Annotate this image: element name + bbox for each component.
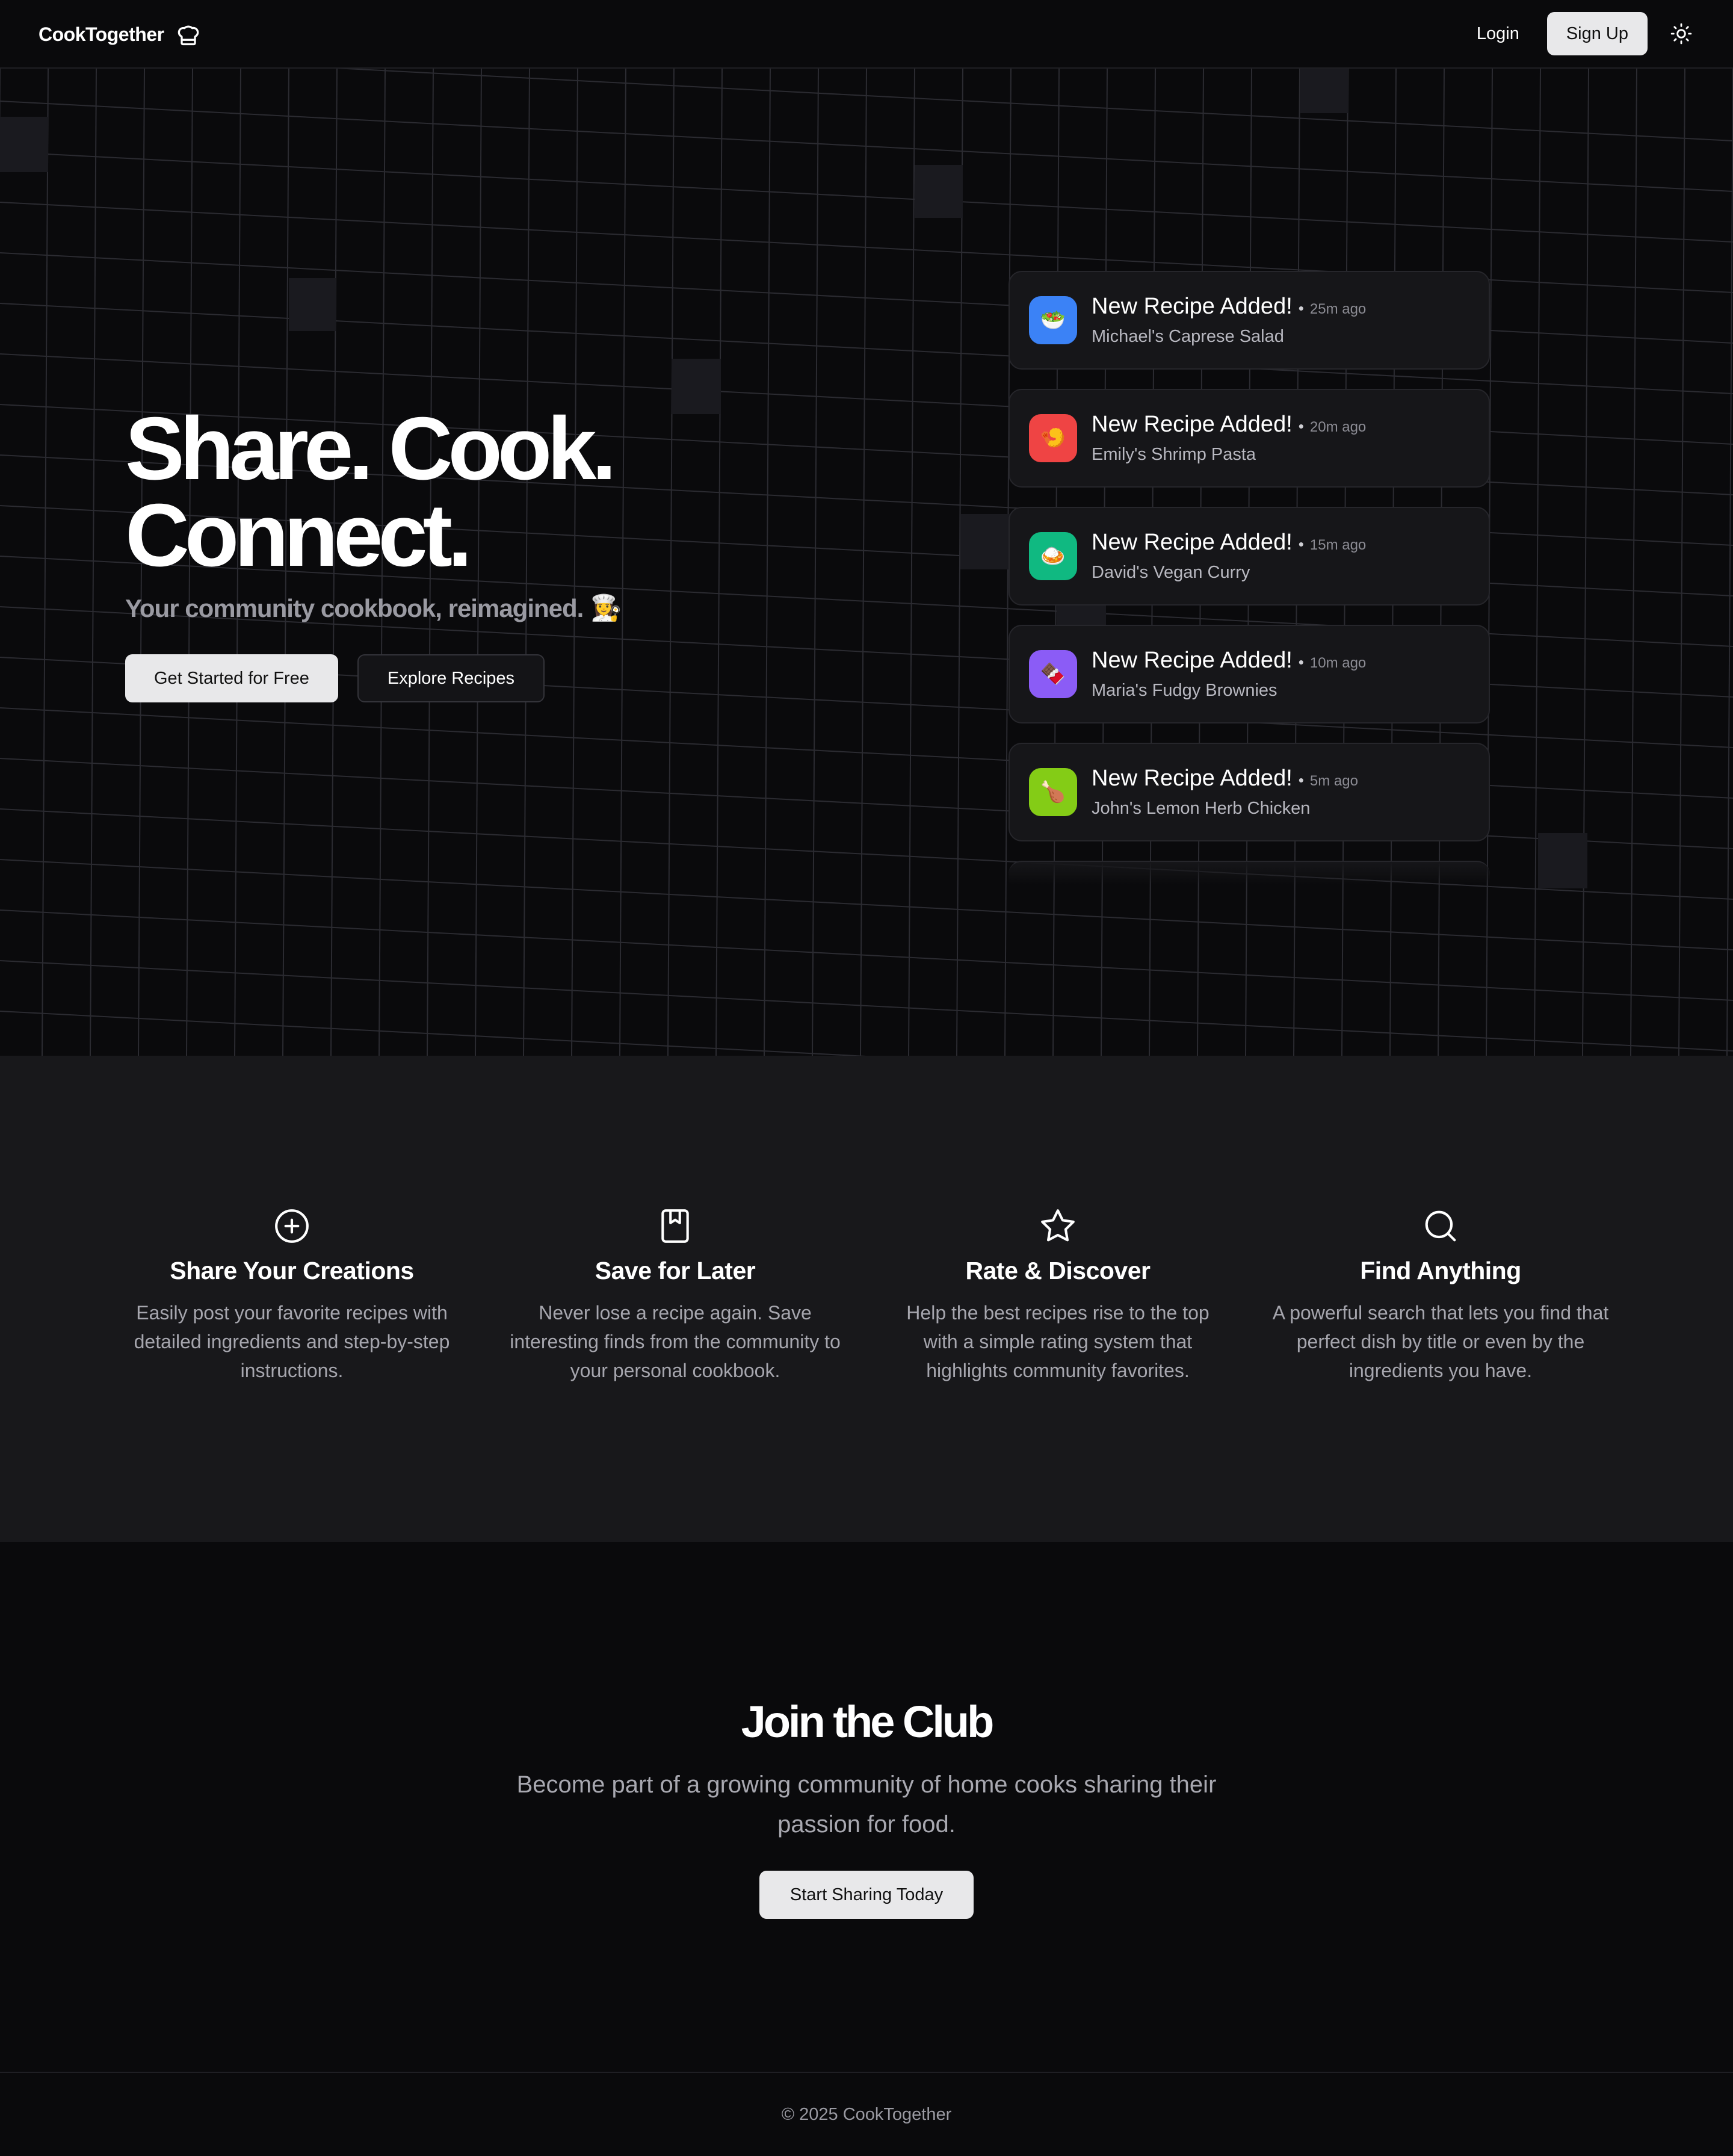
feature-search: Find Anything A powerful search that let…: [1272, 1207, 1609, 1385]
feed-card-title: New Recipe Added!: [1092, 294, 1293, 319]
feed-card-title: New Recipe Added!: [1092, 648, 1293, 673]
feed-card[interactable]: 🍤 New Recipe Added! • 20m ago Emily's Sh…: [1009, 389, 1490, 488]
feed-card[interactable]: 🍛 New Recipe Added! • 15m ago David's Ve…: [1009, 507, 1490, 606]
feed-timestamp: 25m ago: [1309, 301, 1367, 317]
star-icon: [1041, 1209, 1075, 1242]
feature-description: Help the best recipes rise to the top wi…: [906, 1302, 1209, 1381]
feed-timestamp: 10m ago: [1309, 655, 1367, 671]
hero-subtitle: Your community cookbook, reimagined. 👩‍🍳: [125, 593, 787, 623]
search-icon: [1425, 1210, 1456, 1242]
sun-icon: [1670, 23, 1692, 45]
feature-rate: Rate & Discover Help the best recipes ri…: [889, 1207, 1226, 1385]
feed-card[interactable]: 🍫 New Recipe Added! • 10m ago Maria's Fu…: [1009, 625, 1490, 723]
feed-card[interactable]: 🍗 New Recipe Added! • 5m ago John's Lemo…: [1009, 743, 1490, 841]
join-title: Join the Club: [741, 1697, 995, 1747]
recipe-emoji-icon: 🍫: [1029, 650, 1077, 698]
theme-toggle-button[interactable]: [1666, 18, 1697, 49]
feature-description: Never lose a recipe again. Save interest…: [510, 1302, 841, 1381]
recipe-emoji-icon: 🥗: [1029, 296, 1077, 344]
feed-recipe-name: David's Vegan Curry: [1092, 563, 1250, 582]
login-link[interactable]: Login: [1459, 24, 1537, 44]
feed-recipe-name: Emily's Shrimp Pasta: [1092, 445, 1256, 464]
get-started-button[interactable]: Get Started for Free: [125, 654, 338, 702]
recipe-emoji-icon: 🍗: [1029, 768, 1077, 816]
chef-hat-icon: [175, 21, 202, 48]
feed-card[interactable]: 🥗 New Recipe Added! • 25m ago Michael's …: [1009, 271, 1490, 370]
feed-recipe-name: Michael's Caprese Salad: [1092, 327, 1284, 346]
feed-recipe-name: Maria's Fudgy Brownies: [1092, 681, 1277, 700]
chef-emoji-icon: 👩‍🍳: [590, 593, 622, 622]
hero-title-line1: Share. Cook.: [125, 399, 617, 498]
hero-title: Share. Cook. Connect.: [125, 404, 787, 580]
feed-timestamp: 15m ago: [1309, 537, 1367, 553]
feed-recipe-name: John's Lemon Herb Chicken: [1092, 799, 1311, 818]
join-section: Join the Club Become part of a growing c…: [0, 1542, 1733, 2072]
footer: © 2025 CookTogether: [0, 2072, 1733, 2156]
feed-separator: •: [1298, 299, 1304, 317]
feature-title: Save for Later: [595, 1257, 756, 1284]
signup-button[interactable]: Sign Up: [1546, 12, 1648, 55]
feed-card-title: New Recipe Added!: [1092, 530, 1293, 555]
hero-subtitle-text: Your community cookbook, reimagined.: [125, 593, 584, 622]
recipe-emoji-icon: 🍤: [1029, 414, 1077, 462]
feature-description: Easily post your favorite recipes with d…: [134, 1302, 450, 1381]
feature-title: Rate & Discover: [965, 1257, 1151, 1284]
recipe-activity-feed: 🥗 New Recipe Added! • 25m ago Michael's …: [1009, 271, 1490, 885]
feed-separator: •: [1298, 771, 1304, 789]
feature-description: A powerful search that lets you find tha…: [1272, 1302, 1609, 1381]
feed-card-title: New Recipe Added!: [1092, 412, 1293, 437]
feature-title: Share Your Creations: [170, 1257, 414, 1284]
explore-recipes-button[interactable]: Explore Recipes: [357, 654, 545, 702]
feed-card-title: New Recipe Added!: [1092, 766, 1293, 791]
feed-next-card-peek: [1009, 861, 1490, 885]
feed-separator: •: [1298, 535, 1304, 553]
brand-name: CookTogether: [39, 23, 164, 45]
copyright-text: © 2025 CookTogether: [781, 2104, 952, 2124]
feature-save: Save for Later Never lose a recipe again…: [507, 1207, 844, 1385]
feature-title: Find Anything: [1360, 1257, 1521, 1284]
hero-section: Share. Cook. Connect. Your community coo…: [0, 69, 1733, 1056]
hero-content: Share. Cook. Connect. Your community coo…: [125, 404, 787, 702]
brand-logo[interactable]: CookTogether: [39, 18, 202, 51]
top-nav: CookTogether Login Sign Up: [0, 0, 1733, 69]
hero-actions: Get Started for Free Explore Recipes: [125, 654, 787, 702]
feed-timestamp: 20m ago: [1309, 419, 1367, 435]
start-sharing-button[interactable]: Start Sharing Today: [759, 1871, 974, 1919]
join-description: Become part of a growing community of ho…: [516, 1771, 1217, 1838]
plus-circle-icon: [275, 1209, 309, 1243]
feed-separator: •: [1298, 653, 1304, 671]
features-section: Share Your Creations Easily post your fa…: [0, 1056, 1733, 1542]
recipe-emoji-icon: 🍛: [1029, 532, 1077, 580]
hero-title-line2: Connect.: [125, 486, 472, 585]
nav-actions: Login Sign Up: [1459, 12, 1697, 55]
feature-share: Share Your Creations Easily post your fa…: [123, 1207, 460, 1385]
bookmark-icon: [661, 1209, 689, 1243]
feed-timestamp: 5m ago: [1309, 773, 1358, 789]
feed-separator: •: [1298, 417, 1304, 435]
